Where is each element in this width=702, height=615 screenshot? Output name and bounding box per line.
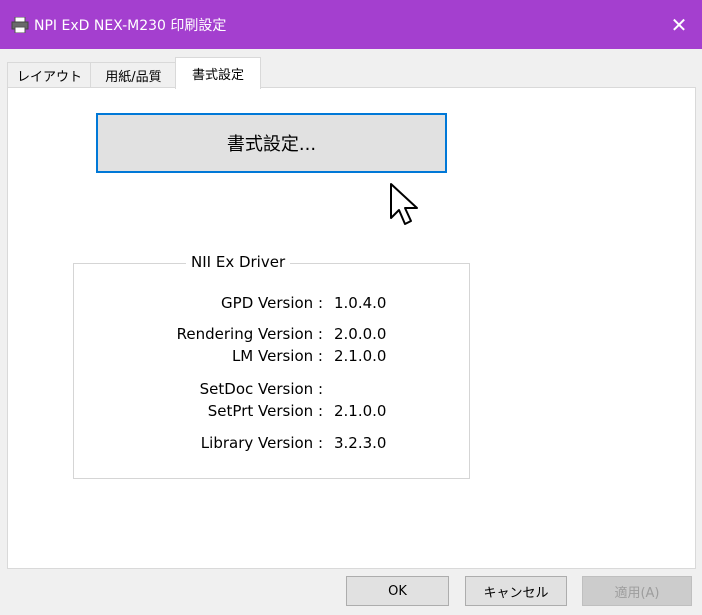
version-label: Rendering Version : — [176, 325, 323, 343]
version-row: Library Version : 3.2.3.0 — [74, 434, 471, 456]
format-settings-button[interactable]: 書式設定... — [96, 113, 447, 173]
version-value: 1.0.4.0 — [334, 294, 387, 312]
version-label: GPD Version : — [221, 294, 323, 312]
dialog-body: レイアウト 用紙/品質 書式設定 書式設定... NII Ex Driver G… — [0, 49, 702, 615]
version-row: SetDoc Version : — [74, 380, 471, 402]
version-label: Library Version : — [200, 434, 323, 452]
driver-info-group: NII Ex Driver GPD Version : 1.0.4.0 Rend… — [73, 253, 471, 479]
cancel-button[interactable]: キャンセル — [465, 576, 567, 606]
tab-panel: 書式設定... NII Ex Driver GPD Version : 1.0.… — [7, 87, 696, 569]
version-label: SetPrt Version : — [207, 402, 323, 420]
apply-button[interactable]: 適用(A) — [582, 576, 692, 606]
ok-button[interactable]: OK — [346, 576, 449, 606]
close-icon: ✕ — [670, 12, 688, 37]
mouse-cursor-icon — [390, 183, 418, 225]
version-value: 2.1.0.0 — [334, 347, 387, 365]
version-value: 2.1.0.0 — [334, 402, 387, 420]
version-row: Rendering Version : 2.0.0.0 — [74, 325, 471, 347]
version-label: SetDoc Version : — [199, 380, 323, 398]
version-value: 2.0.0.0 — [334, 325, 387, 343]
version-row: GPD Version : 1.0.4.0 — [74, 294, 471, 316]
tab-format-settings[interactable]: 書式設定 — [175, 57, 261, 89]
version-row: SetPrt Version : 2.1.0.0 — [74, 402, 471, 424]
tab-layout[interactable]: レイアウト — [7, 62, 92, 88]
printer-icon — [11, 17, 29, 33]
version-label: LM Version : — [231, 347, 323, 365]
window-title: NPI ExD NEX-M230 印刷設定 — [34, 18, 227, 34]
version-row: LM Version : 2.1.0.0 — [74, 347, 471, 369]
tab-paper-quality[interactable]: 用紙/品質 — [90, 62, 177, 88]
title-bar[interactable]: NPI ExD NEX-M230 印刷設定 ✕ — [0, 0, 702, 49]
driver-group-title: NII Ex Driver — [186, 253, 291, 271]
version-value: 3.2.3.0 — [334, 434, 387, 452]
close-button[interactable]: ✕ — [656, 0, 702, 49]
